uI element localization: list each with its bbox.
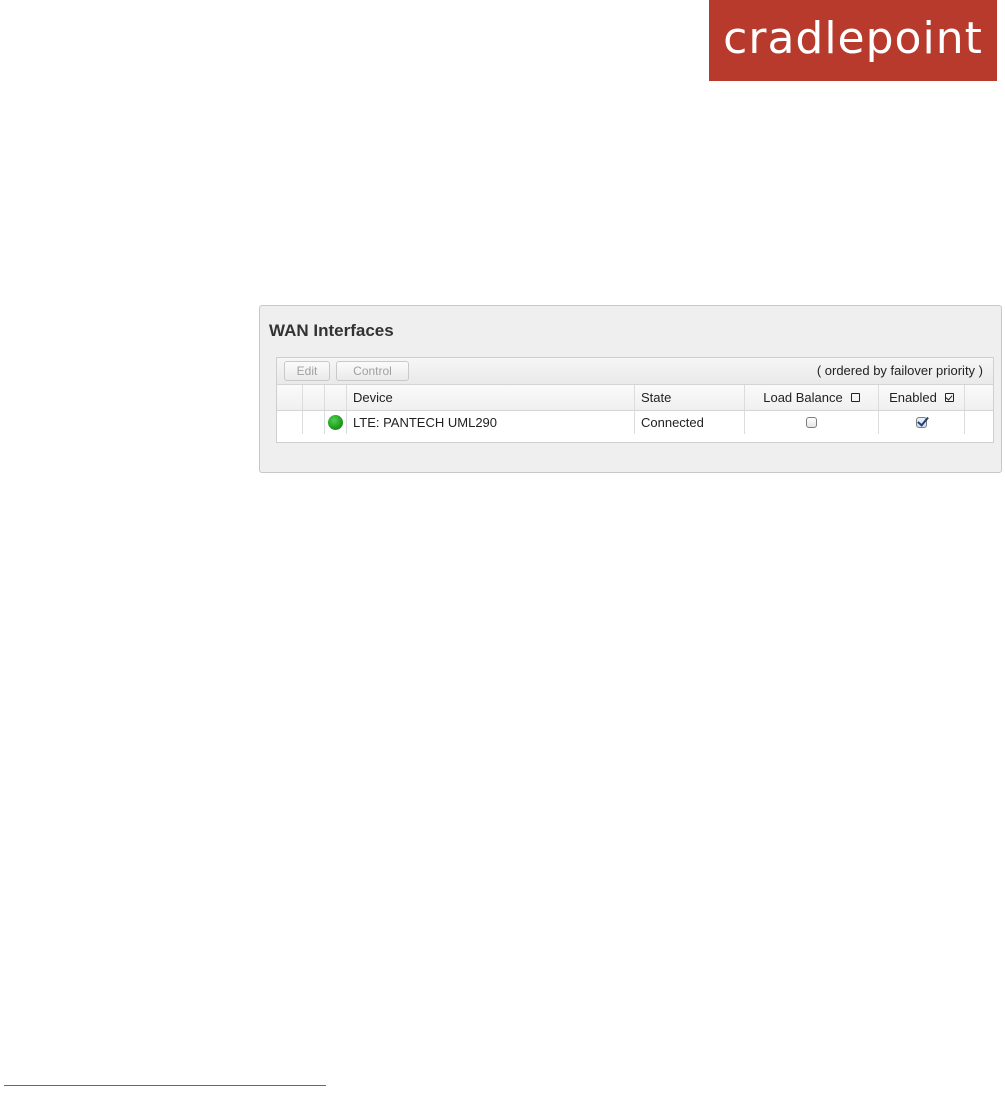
control-button[interactable]: Control: [336, 361, 409, 381]
column-header-device-label: Device: [353, 390, 393, 405]
load-balance-checkbox[interactable]: [806, 417, 817, 428]
header-cell-select: [277, 385, 303, 410]
table-row[interactable]: LTE: PANTECH UML290 Connected: [277, 411, 993, 434]
grid-header-row: Device State Load Balance Enabled: [277, 385, 993, 411]
green-status-dot-icon: [328, 415, 343, 430]
row-device-label: LTE: PANTECH UML290: [353, 415, 498, 430]
grid-toolbar: Edit Control ( ordered by failover prior…: [277, 358, 993, 385]
page: cradlepoint WAN Interfaces Edit Control …: [0, 0, 1005, 1093]
edit-button[interactable]: Edit: [284, 361, 330, 381]
row-drag-cell[interactable]: [303, 411, 325, 434]
header-cell-status: [325, 385, 347, 410]
column-header-state-label: State: [641, 390, 672, 405]
row-extra-cell: [965, 411, 993, 434]
wan-interfaces-panel: WAN Interfaces Edit Control ( ordered by…: [259, 305, 1002, 473]
column-header-enabled: Enabled: [879, 385, 965, 410]
cradlepoint-logo: cradlepoint: [709, 0, 997, 81]
enabled-checkbox[interactable]: [916, 417, 927, 428]
column-header-device[interactable]: Device: [347, 385, 635, 410]
wan-interfaces-grid: Edit Control ( ordered by failover prior…: [276, 357, 994, 443]
column-header-state[interactable]: State: [635, 385, 745, 410]
column-header-load-balance-label: Load Balance: [763, 390, 843, 405]
row-state-label: Connected: [641, 415, 704, 430]
header-cell-drag: [303, 385, 325, 410]
enabled-select-all-checkbox[interactable]: [944, 393, 954, 402]
row-enabled-cell: [879, 411, 965, 434]
panel-title: WAN Interfaces: [269, 321, 394, 340]
failover-priority-note: ( ordered by failover priority ): [816, 363, 983, 378]
column-header-enabled-label: Enabled: [889, 390, 937, 405]
row-device-cell: LTE: PANTECH UML290: [347, 411, 635, 434]
logo-text: cradlepoint: [723, 12, 983, 64]
row-select-cell[interactable]: [277, 411, 303, 434]
row-state-cell: Connected: [635, 411, 745, 434]
footnote-separator: [4, 1085, 326, 1086]
row-load-balance-cell: [745, 411, 879, 434]
column-header-load-balance: Load Balance: [745, 385, 879, 410]
header-cell-extra: [965, 385, 993, 410]
load-balance-select-all-checkbox[interactable]: [850, 393, 860, 402]
row-status-cell: [325, 411, 347, 434]
